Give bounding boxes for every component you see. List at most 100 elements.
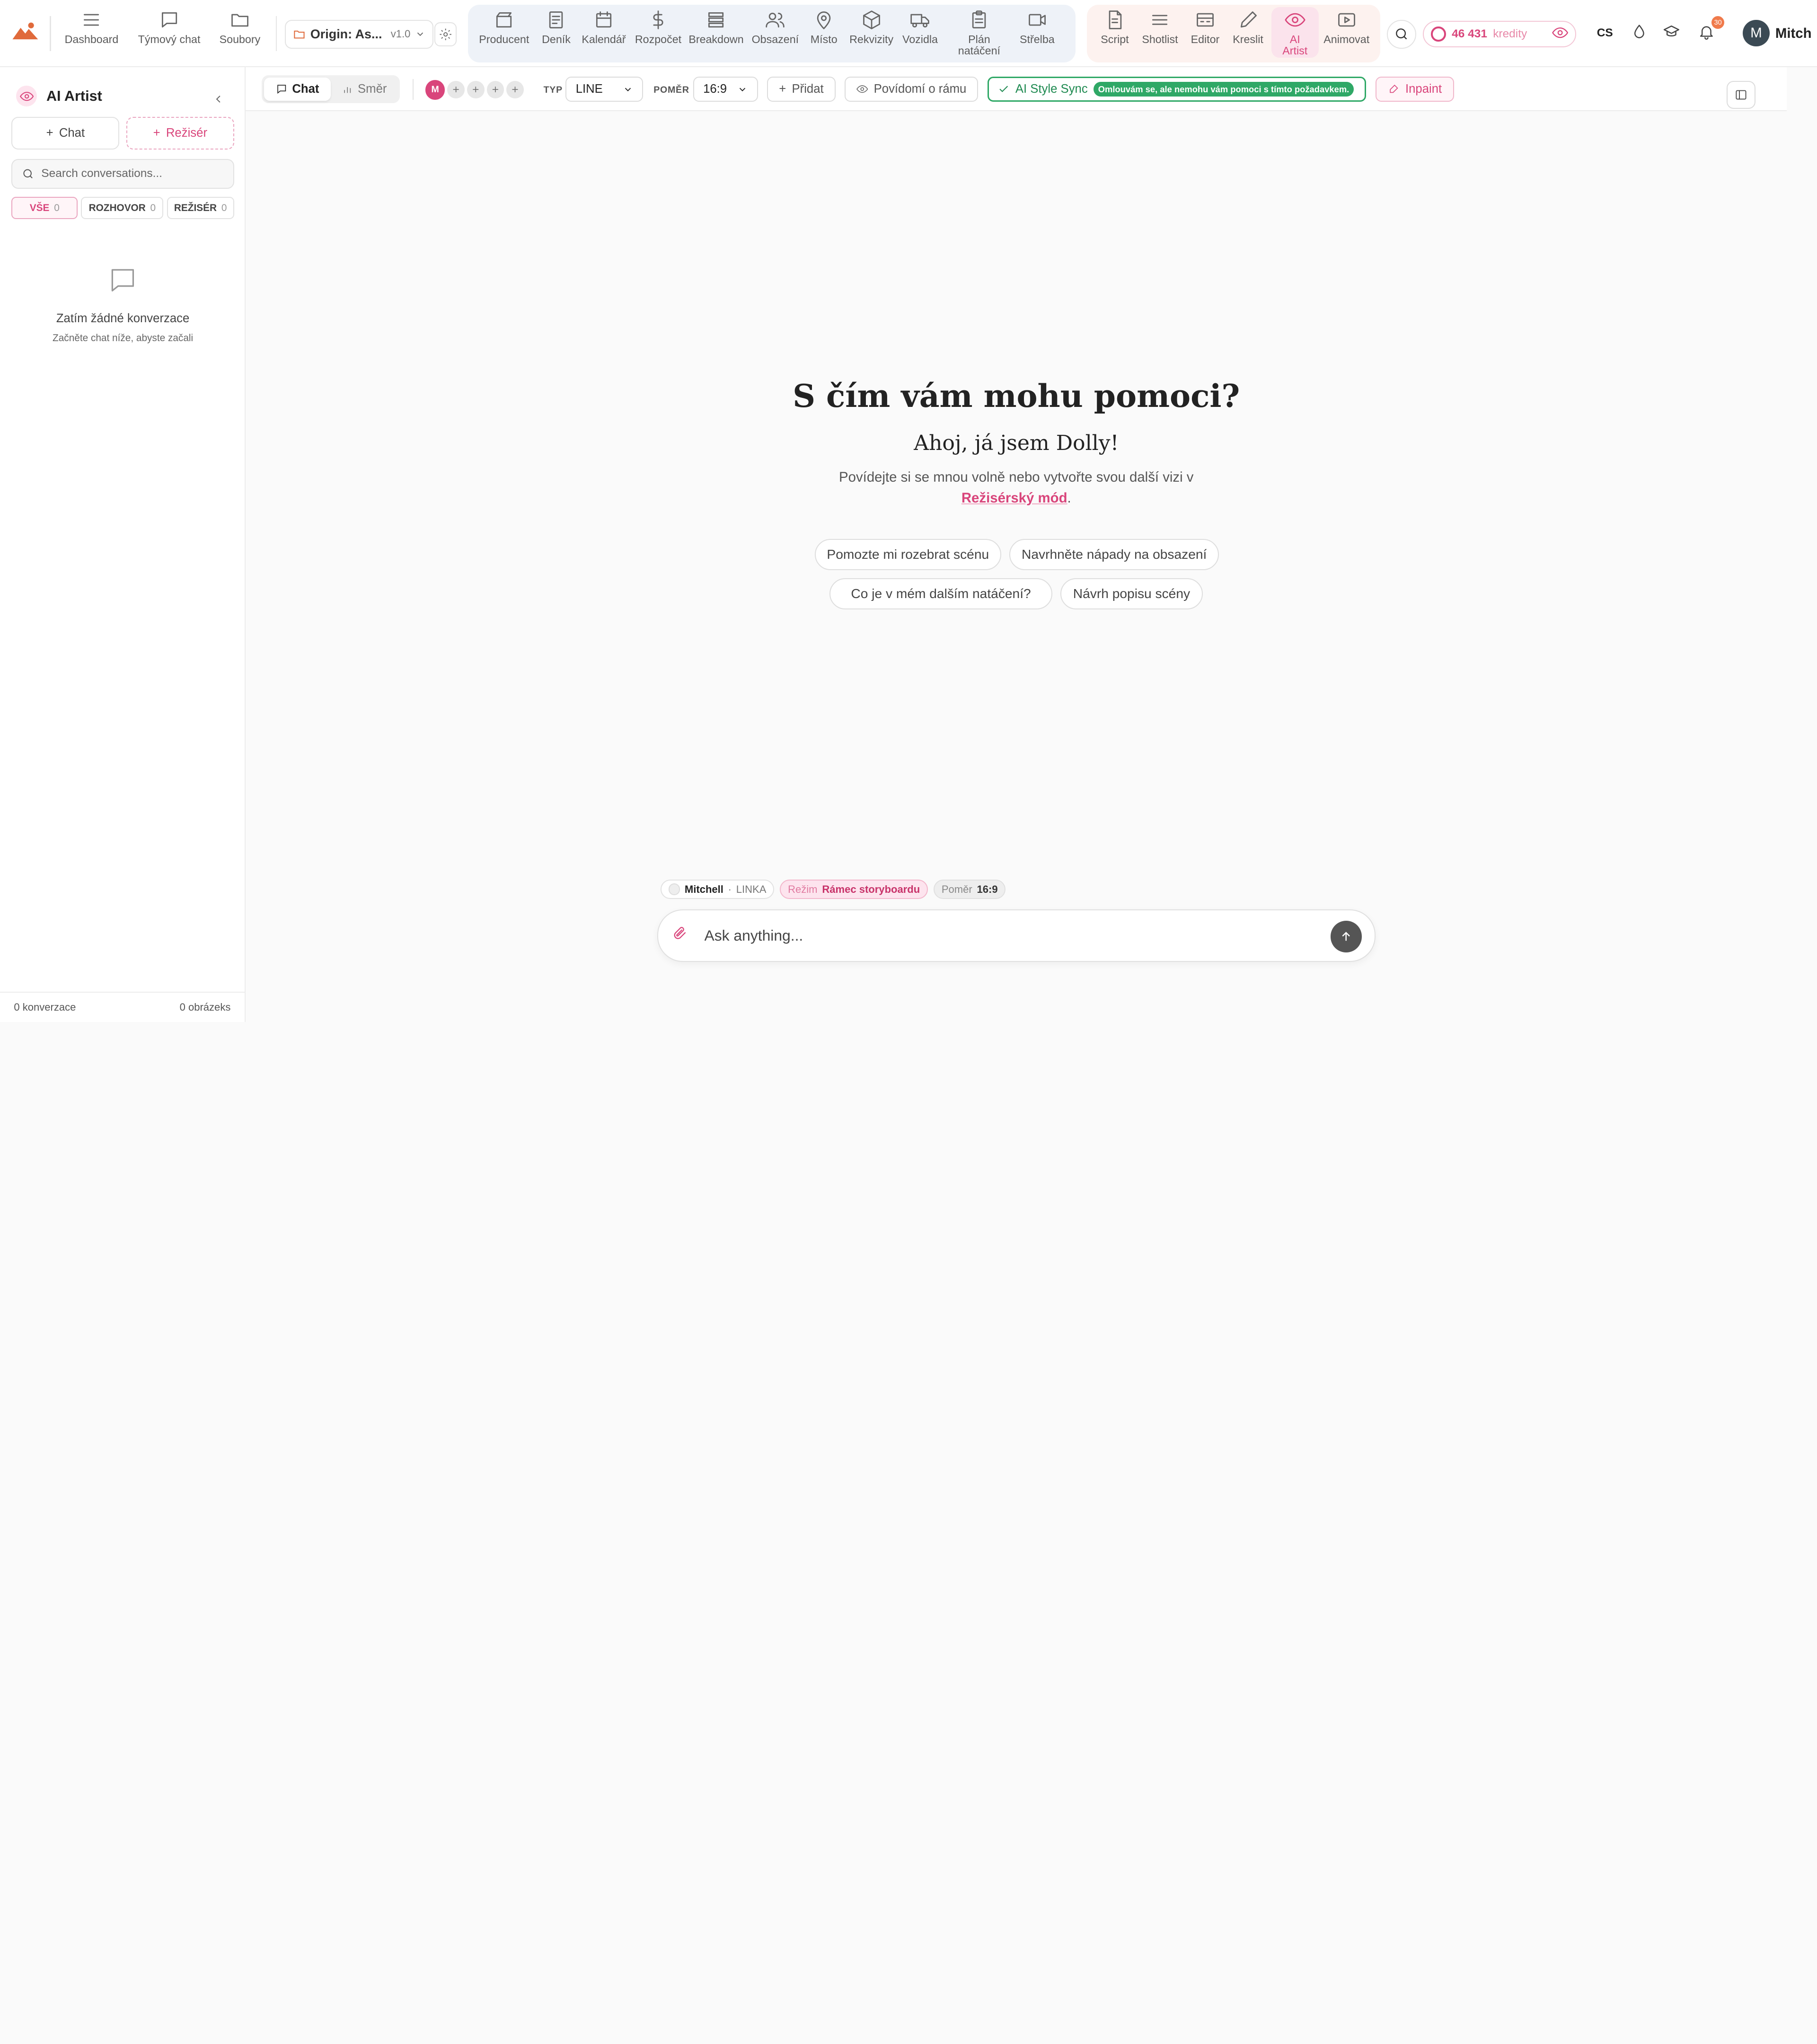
menu-icon	[84, 14, 99, 26]
context-mode-chip[interactable]: Režim Rámec storyboardu	[780, 879, 928, 899]
nav-breakdown[interactable]: Breakdown	[688, 9, 744, 58]
context-chips: Mitchell · LINKA Režim Rámec storyboardu…	[660, 879, 1006, 899]
user-name[interactable]: Mitch	[1775, 26, 1812, 42]
video-icon	[1028, 14, 1046, 26]
global-search-button[interactable]	[1387, 19, 1416, 49]
folder-icon	[294, 30, 305, 39]
project-select[interactable]: Origin: As... v1.0	[285, 19, 433, 49]
language-switch[interactable]: CS	[1597, 26, 1613, 40]
context-character-chip[interactable]: Mitchell · LINKA	[660, 879, 775, 899]
eye-icon[interactable]	[1552, 25, 1568, 44]
inpaint-button[interactable]: Inpaint	[1375, 76, 1455, 102]
graduation-cap-icon[interactable]	[1663, 23, 1680, 45]
list-icon	[708, 12, 724, 27]
conversation-count: 0 konverzace	[14, 1001, 76, 1013]
clipboard-icon	[972, 10, 986, 28]
filter-all[interactable]: VŠE 0	[11, 197, 78, 219]
director-mode-link[interactable]: Režisérský mód	[961, 490, 1067, 506]
chevron-down-icon	[625, 88, 631, 91]
nav-plan-nataceni[interactable]: Plán natáčení	[953, 9, 1006, 58]
eye-icon	[16, 86, 37, 107]
ai-style-sync-toggle[interactable]: AI Style Sync Omlouvám se, ale nemohu vá…	[987, 76, 1367, 102]
collapse-sidebar-icon[interactable]	[212, 89, 225, 110]
credits-ring-icon	[1431, 26, 1446, 42]
character-avatar[interactable]: M	[425, 79, 445, 100]
droplet-icon[interactable]	[1631, 23, 1648, 45]
nav-team-chat[interactable]: Týmový chat	[136, 9, 203, 58]
suggestion-chip[interactable]: Navrhněte nápady na obsazení	[1009, 538, 1219, 570]
mode-segmented-control: Chat Směr	[262, 75, 400, 103]
nav-denik[interactable]: Deník	[537, 9, 576, 58]
lines-icon	[1152, 15, 1168, 25]
divider	[50, 16, 51, 51]
mode-chat-tab[interactable]: Chat	[264, 78, 331, 101]
character-thumbnail	[668, 883, 680, 895]
paperclip-icon[interactable]	[672, 925, 688, 946]
add-character-slot[interactable]: +	[506, 81, 524, 99]
add-character-slot[interactable]: +	[447, 81, 465, 99]
credits-badge[interactable]: 46 431 kredity	[1423, 21, 1576, 48]
conversation-search	[11, 159, 234, 189]
nav-strelba[interactable]: Střelba	[1017, 9, 1057, 58]
send-button[interactable]	[1330, 921, 1362, 952]
check-icon	[999, 86, 1008, 93]
toggle-panel-button[interactable]	[1727, 81, 1756, 109]
type-select[interactable]: LINE	[565, 76, 644, 102]
conversation-search-input[interactable]	[41, 167, 224, 181]
pencil-icon	[1240, 11, 1257, 27]
suggestion-chip[interactable]: Co je v mém dalším natáčení?	[829, 578, 1052, 610]
bar-chart-icon	[344, 87, 351, 93]
nav-ai-artist[interactable]: AI Artist	[1273, 9, 1316, 58]
ratio-select[interactable]: 16:9	[693, 76, 758, 102]
user-avatar[interactable]: M	[1743, 19, 1770, 46]
play-icon	[1338, 13, 1355, 26]
nav-kreslit[interactable]: Kreslit	[1231, 9, 1265, 58]
filter-director[interactable]: REŽISÉR 0	[167, 197, 234, 219]
nav-vozidla[interactable]: Vozidla	[900, 9, 940, 58]
new-chat-button[interactable]: + Chat	[11, 117, 120, 150]
add-character-slot[interactable]: +	[467, 81, 485, 99]
credits-amount: 46 431	[1452, 27, 1487, 41]
dollar-icon	[653, 10, 663, 29]
nav-shotlist[interactable]: Shotlist	[1139, 9, 1181, 58]
nav-editor[interactable]: Editor	[1187, 9, 1224, 58]
message-input[interactable]	[704, 927, 1307, 945]
mode-direction-tab[interactable]: Směr	[331, 78, 397, 101]
people-icon	[766, 12, 785, 27]
add-character-slot[interactable]: +	[486, 81, 504, 99]
new-director-button[interactable]: + Režisér	[126, 117, 234, 150]
add-button[interactable]: + Přidat	[767, 76, 836, 102]
frame-awareness-button[interactable]: Povídomí o rámu	[845, 76, 978, 102]
image-count: 0 obrázeks	[179, 1001, 231, 1013]
plus-icon: +	[46, 126, 53, 140]
nav-script[interactable]: Script	[1096, 9, 1133, 58]
plus-icon: +	[153, 126, 160, 140]
nav-producent[interactable]: Producent	[477, 9, 531, 58]
search-icon	[23, 169, 33, 178]
script-icon	[1109, 10, 1122, 29]
nav-rekvizity[interactable]: Rekvizity	[848, 9, 895, 58]
context-ratio-chip[interactable]: Poměr 16:9	[934, 879, 1006, 899]
filter-conversation[interactable]: ROZHOVOR 0	[81, 197, 164, 219]
project-name: Origin: As...	[310, 26, 382, 41]
map-pin-icon	[817, 11, 831, 29]
app-logo-icon[interactable]	[11, 21, 39, 42]
nav-rozpocet[interactable]: Rozpočet	[634, 9, 683, 58]
project-version: v1.0	[390, 28, 411, 40]
welcome-subtitle: Ahoj, já jsem Dolly!	[914, 431, 1119, 456]
nav-misto[interactable]: Místo	[808, 9, 840, 58]
suggestion-chip[interactable]: Návrh popisu scény	[1060, 578, 1203, 610]
project-settings-button[interactable]	[434, 22, 457, 46]
eye-icon	[1285, 13, 1305, 26]
folder-icon	[231, 14, 248, 26]
search-icon	[1396, 28, 1407, 40]
nav-obsazeni[interactable]: Obsazení	[751, 9, 800, 58]
nav-files[interactable]: Soubory	[217, 9, 263, 58]
nav-kalendar[interactable]: Kalendář	[581, 9, 627, 58]
nav-dashboard[interactable]: Dashboard	[62, 9, 120, 58]
message-composer	[657, 909, 1376, 962]
suggestion-chip[interactable]: Pomozte mi rozebrat scénu	[814, 538, 1001, 570]
type-label: TYP	[543, 84, 563, 95]
welcome-description: Povídejte si se mnou volně nebo vytvořte…	[839, 469, 1194, 506]
nav-animovat[interactable]: Animovat	[1322, 9, 1371, 58]
